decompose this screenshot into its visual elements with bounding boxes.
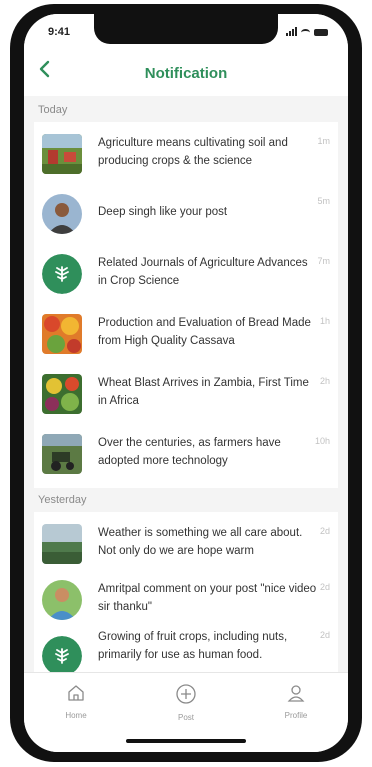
notification-text: Deep singh like your post xyxy=(98,206,228,218)
notification-time: 2d xyxy=(319,630,330,640)
notification-text: Weather is something we all care about. … xyxy=(98,527,303,557)
notification-item[interactable]: Weather is something we all care about. … xyxy=(34,512,338,572)
notification-item[interactable]: Over the centuries, as farmers have adop… xyxy=(34,422,338,482)
section-label-today: Today xyxy=(38,104,68,116)
notification-thumbnail xyxy=(42,134,82,174)
header: Notification xyxy=(24,50,348,96)
bottom-nav: Home Post Profile xyxy=(24,672,348,752)
tractor-photo-icon xyxy=(42,434,82,474)
notification-time: 1m xyxy=(317,136,330,146)
user-icon xyxy=(287,685,305,702)
landscape-photo-icon xyxy=(42,524,82,564)
notification-text: Related Journals of Agriculture Advances… xyxy=(98,257,308,287)
phone-frame: 9:41 Notification Today Agriculture mean… xyxy=(10,4,362,762)
notification-item[interactable]: Related Journals of Agriculture Advances… xyxy=(34,242,338,302)
notification-item[interactable]: Amritpal comment on your post "nice vide… xyxy=(34,568,338,628)
avatar xyxy=(42,194,82,234)
notification-text: Wheat Blast Arrives in Zambia, First Tim… xyxy=(98,377,309,407)
home-icon xyxy=(68,685,84,701)
notification-time: 2d xyxy=(319,582,330,592)
section-label-yesterday: Yesterday xyxy=(38,494,87,506)
notification-text: Agriculture means cultivating soil and p… xyxy=(98,137,288,167)
status-icons xyxy=(286,27,328,36)
notification-thumbnail xyxy=(42,434,82,474)
app-logo xyxy=(42,636,82,676)
person-photo-icon xyxy=(42,580,82,620)
notification-text: Production and Evaluation of Bread Made … xyxy=(98,317,311,347)
field-photo-icon xyxy=(42,134,82,174)
person-photo-icon xyxy=(42,194,82,234)
signal-icon xyxy=(286,27,297,36)
notification-item[interactable]: Wheat Blast Arrives in Zambia, First Tim… xyxy=(34,362,338,422)
produce-photo-icon xyxy=(42,314,82,354)
nav-label: Profile xyxy=(284,711,308,720)
nav-home[interactable]: Home xyxy=(46,683,106,720)
app-logo xyxy=(42,254,82,294)
notification-text: Over the centuries, as farmers have adop… xyxy=(98,437,281,467)
avatar xyxy=(42,580,82,620)
notification-time: 2h xyxy=(319,376,330,386)
leaf-logo-icon xyxy=(55,648,69,664)
notification-thumbnail xyxy=(42,374,82,414)
nav-label: Post xyxy=(177,713,194,722)
page-title: Notification xyxy=(144,65,228,82)
notification-item[interactable]: Production and Evaluation of Bread Made … xyxy=(34,302,338,362)
plus-circle-icon xyxy=(176,684,196,704)
nav-post[interactable]: Post xyxy=(156,683,216,722)
nav-profile[interactable]: Profile xyxy=(266,683,326,720)
notification-thumbnail xyxy=(42,314,82,354)
notification-time: 2d xyxy=(319,526,330,536)
notification-thumbnail xyxy=(42,524,82,564)
notch xyxy=(94,14,278,44)
screen: 9:41 Notification Today Agriculture mean… xyxy=(24,14,348,752)
notification-time: 5m xyxy=(317,196,330,206)
notification-text: Growing of fruit crops, including nuts, … xyxy=(98,631,288,661)
home-indicator xyxy=(126,739,246,743)
nav-label: Home xyxy=(65,711,87,720)
wifi-icon xyxy=(301,29,310,36)
notification-time: 7m xyxy=(317,256,330,266)
leaf-logo-icon xyxy=(55,266,69,282)
battery-icon xyxy=(314,29,328,36)
notification-item[interactable]: Agriculture means cultivating soil and p… xyxy=(34,122,338,182)
notification-item[interactable]: Deep singh like your post 5m xyxy=(34,182,338,242)
notification-text: Amritpal comment on your post "nice vide… xyxy=(98,583,317,613)
status-time: 9:41 xyxy=(48,26,71,38)
notification-time: 10h xyxy=(314,436,330,446)
notification-time: 1h xyxy=(319,316,330,326)
vegetables-photo-icon xyxy=(42,374,82,414)
